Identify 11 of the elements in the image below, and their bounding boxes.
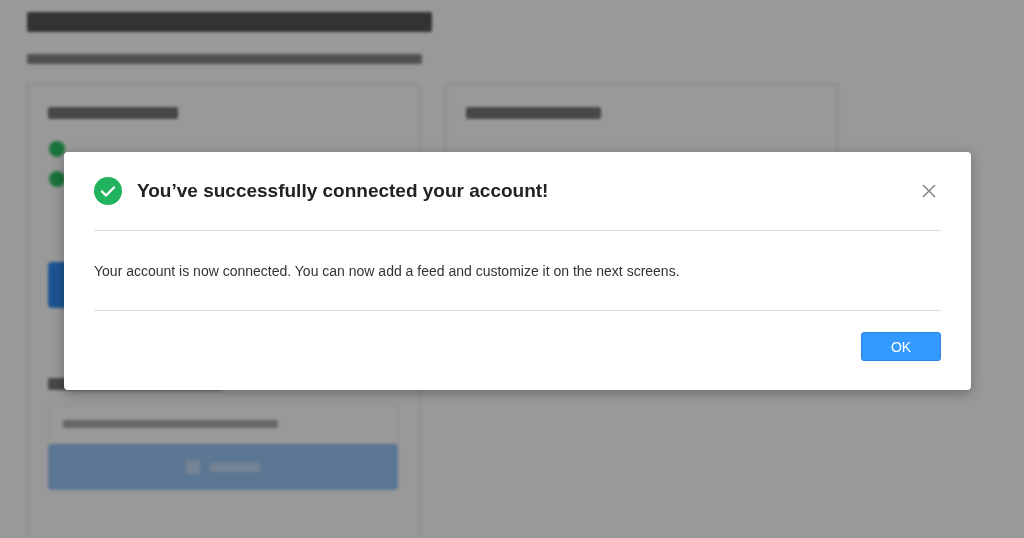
check-icon bbox=[49, 141, 65, 157]
dialog-message: Your account is now connected. You can now add a feed and customize it on the next screens. bbox=[94, 262, 680, 279]
success-check-icon bbox=[94, 177, 122, 205]
blurred-label bbox=[210, 462, 260, 472]
close-icon[interactable] bbox=[921, 183, 937, 199]
ok-button[interactable]: OK bbox=[861, 332, 941, 361]
blurred-icon bbox=[186, 460, 200, 474]
connect-button[interactable] bbox=[48, 444, 398, 490]
token-field[interactable] bbox=[48, 404, 398, 444]
dialog-title: You’ve successfully connected your account! bbox=[137, 180, 550, 202]
check-icon bbox=[49, 171, 65, 187]
